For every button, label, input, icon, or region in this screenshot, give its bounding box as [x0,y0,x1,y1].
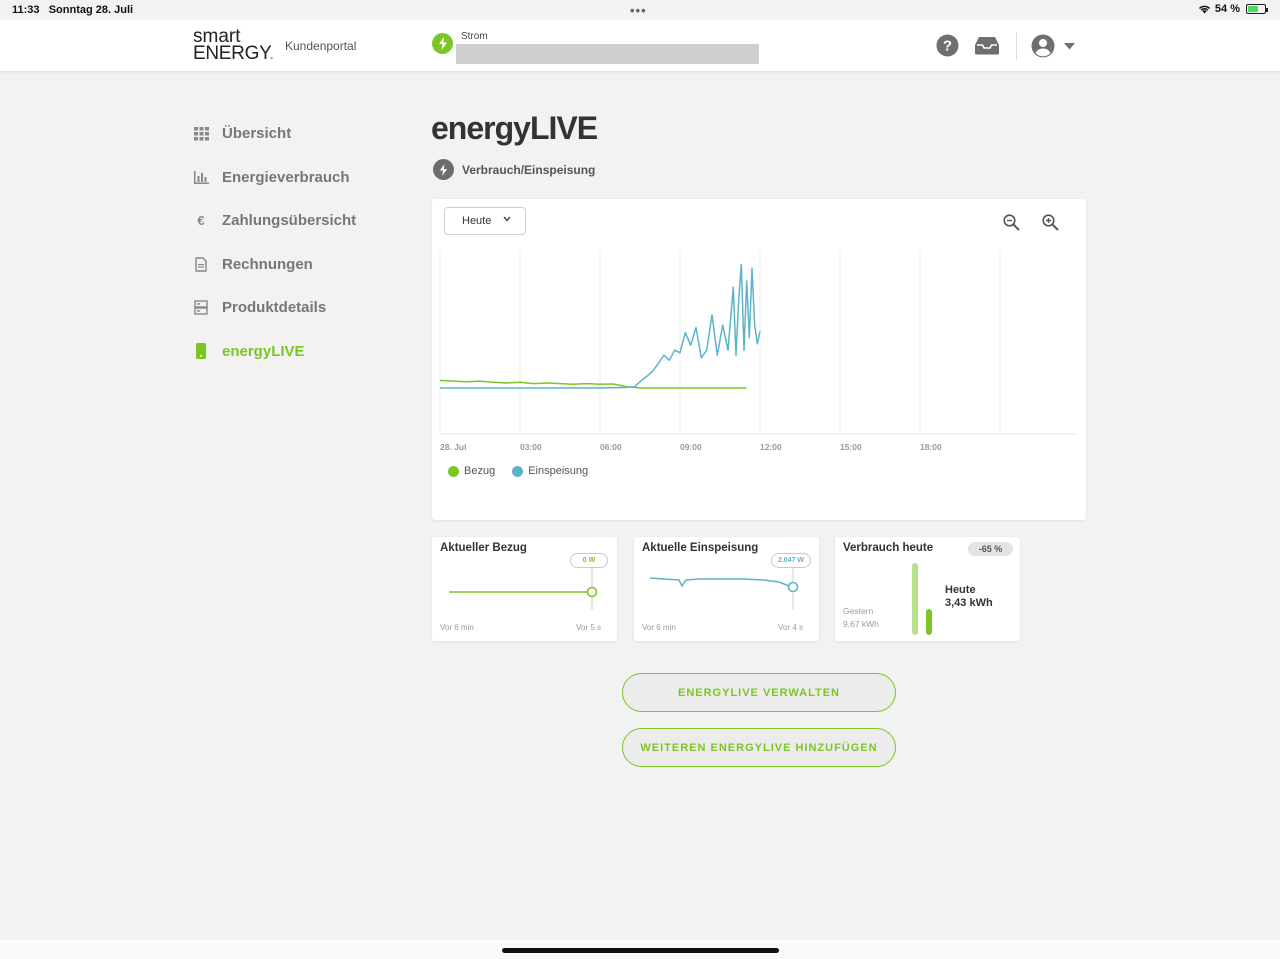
sidebar-item-produktdetails[interactable]: Produktdetails [193,286,356,330]
product-icon [193,300,209,316]
legend-label-einspeisung: Einspeisung [528,465,589,477]
card-aktueller-bezug: Aktueller Bezug 0 W Vor 6 min Vor 5 s [432,537,617,641]
portal-label: Kundenportal [285,39,357,53]
section-subtitle: Verbrauch/Einspeisung [433,159,595,180]
device-icon [193,343,209,360]
header-divider [1016,32,1017,60]
bar-chart-icon [193,169,209,185]
euro-icon: € [197,213,205,229]
card-title: Verbrauch heute [843,542,934,554]
sidebar-nav: Übersicht Energieverbrauch € Zahlungsübe… [193,112,356,373]
time-to: Vor 5 s [576,623,601,632]
bar-yesterday [912,563,918,635]
grid-icon [193,126,209,142]
chart-legend: Bezug Einspeisung [448,465,605,477]
section-subtitle-label: Verbrauch/Einspeisung [462,162,596,177]
home-indicator[interactable] [502,948,779,953]
yesterday-block: Gestern 9,67 kWh [843,605,879,631]
contract-selector[interactable] [456,44,759,64]
sidebar-item-zahlungsuebersicht[interactable]: € Zahlungsübersicht [193,199,356,243]
status-bar: 11:33 Sonntag 28. Juli ••• 54 % [0,0,1280,20]
x-tick-label: 03:00 [520,442,542,452]
time-from: Vor 6 min [642,623,676,632]
legend-label-bezug: Bezug [464,465,496,477]
today-block: Heute 3,43 kWh [945,584,993,610]
x-tick-label: 06:00 [600,442,622,452]
smartenergy-logo[interactable]: smart ENERGY. [193,27,274,63]
legend-swatch-einspeisung [512,465,524,477]
today-label: Heute [945,584,976,596]
legend-item-einspeisung[interactable]: Einspeisung [512,465,588,477]
multitasking-dots-icon[interactable]: ••• [630,3,647,18]
legend-swatch-bezug [448,465,459,477]
add-energylive-button[interactable]: WEITEREN ENERGYLIVE HINZUFÜGEN [622,728,896,767]
sidebar-item-label: Energieverbrauch [222,168,350,186]
time-from: Vor 6 min [440,623,474,632]
status-time: 11:33 Sonntag 28. Juli [12,4,134,16]
contract-type-label: Strom [461,31,488,42]
today-value: 3,43 kWh [945,597,993,609]
help-icon[interactable]: ? [936,34,959,57]
bar-today [926,609,932,635]
battery-percent: 54 % [1214,3,1240,15]
x-tick-label: 09:00 [680,442,702,452]
account-icon[interactable] [1031,34,1055,58]
lightning-icon [432,33,453,54]
card-verbrauch-heute: Verbrauch heute -65 % Gestern 9,67 kWh H… [835,537,1020,641]
sidebar-item-label: Produktdetails [222,299,327,317]
document-icon [193,256,209,272]
time-to: Vor 4 s [778,623,803,632]
page-title: energyLIVE [431,110,598,146]
lightning-icon [433,159,454,180]
app-header: smart ENERGY. Kundenportal Strom ? [0,20,1280,72]
inbox-icon[interactable] [974,36,1000,55]
sidebar-item-label: Übersicht [222,125,292,143]
x-tick-label: 28. Jul [440,442,466,452]
sidebar-item-label: Zahlungsübersicht [222,212,357,230]
status-right: 54 % [1198,3,1268,15]
card-aktuelle-einspeisung: Aktuelle Einspeisung 2.047 W Vor 6 min V… [634,537,819,641]
sidebar-item-rechnungen[interactable]: Rechnungen [193,243,356,287]
wifi-icon [1198,5,1210,14]
yesterday-label: Gestern [843,606,874,616]
chart-card: Heute 28. Jul 03:00 06:00 09:00 12:00 15:00 18… [432,199,1086,520]
x-tick-label: 15:00 [840,442,862,452]
sidebar-item-label: energyLIVE [222,342,305,360]
sidebar-item-uebersicht[interactable]: Übersicht [193,112,356,156]
x-tick-label: 12:00 [760,442,782,452]
sidebar-item-energieverbrauch[interactable]: Energieverbrauch [193,156,356,200]
battery-icon [1246,4,1268,14]
chevron-down-icon[interactable] [1064,43,1075,50]
yesterday-value: 9,67 kWh [843,619,879,629]
legend-item-bezug[interactable]: Bezug [448,465,495,477]
svg-text:?: ? [943,38,952,55]
series-line-bezug[interactable] [439,379,747,389]
change-badge: -65 % [968,542,1013,556]
x-tick-label: 18:00 [920,442,942,452]
sidebar-item-energylive[interactable]: energyLIVE [193,330,356,374]
manage-energylive-button[interactable]: ENERGYLIVE VERWALTEN [622,673,896,712]
sidebar-item-label: Rechnungen [222,255,313,273]
